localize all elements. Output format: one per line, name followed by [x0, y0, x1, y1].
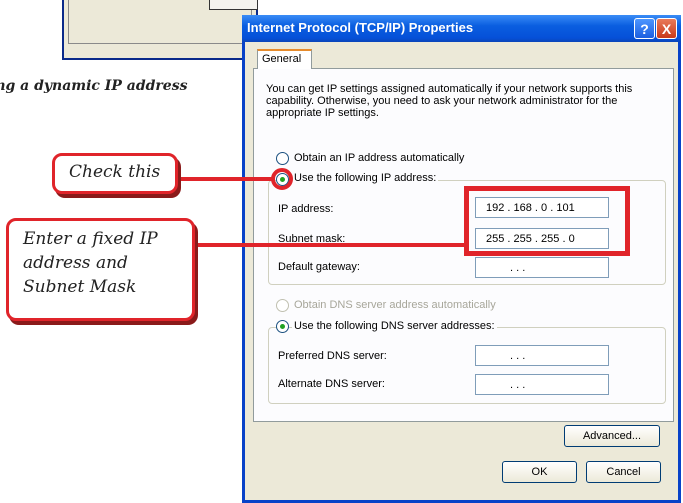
preferred-dns-input[interactable]: . . .: [475, 345, 609, 366]
use-following-ip-label[interactable]: Use the following IP address:: [292, 172, 439, 184]
alternate-dns-label: Alternate DNS server:: [278, 378, 385, 390]
alternate-dns-input[interactable]: . . .: [475, 374, 609, 395]
title-bar[interactable]: Internet Protocol (TCP/IP) Properties ? …: [242, 15, 681, 42]
default-gateway-input[interactable]: . . .: [475, 257, 609, 278]
obtain-dns-auto-label[interactable]: Obtain DNS server address automatically: [294, 299, 496, 311]
check-this-text: Check this: [69, 162, 161, 182]
obtain-ip-auto-radio[interactable]: [276, 152, 289, 165]
default-gateway-label: Default gateway:: [278, 261, 360, 273]
check-this-callout: Check this: [52, 153, 178, 194]
fixed-ip-callout: Enter a fixed IP address and Subnet Mask: [6, 218, 195, 321]
help-icon: ?: [640, 20, 649, 37]
background-window: [62, 0, 258, 60]
background-button[interactable]: [209, 0, 258, 10]
description-text: You can get IP settings assigned automat…: [266, 83, 633, 119]
obtain-ip-auto-label[interactable]: Obtain an IP address automatically: [294, 152, 464, 164]
close-button[interactable]: X: [656, 18, 677, 39]
cancel-button[interactable]: Cancel: [586, 461, 661, 483]
radio-highlight-ring: [271, 168, 293, 190]
fixed-ip-text: Enter a fixed IP address and Subnet Mask: [23, 229, 158, 297]
preferred-dns-label: Preferred DNS server:: [278, 350, 387, 362]
help-button[interactable]: ?: [634, 18, 655, 39]
tcpip-properties-dialog: Internet Protocol (TCP/IP) Properties ? …: [242, 15, 681, 503]
tab-general[interactable]: General: [257, 49, 312, 69]
obtain-dns-auto-radio[interactable]: [276, 299, 289, 312]
fixed-ip-connector: [189, 243, 469, 247]
ip-address-label: IP address:: [278, 203, 334, 215]
dialog-title: Internet Protocol (TCP/IP) Properties: [247, 20, 474, 35]
use-following-dns-radio[interactable]: [276, 320, 289, 333]
advanced-button[interactable]: Advanced...: [564, 425, 660, 447]
close-icon: X: [661, 20, 672, 37]
check-this-connector: [173, 177, 273, 181]
figure-caption-text: ing a dynamic IP address: [0, 78, 188, 94]
ip-subnet-highlight: [464, 186, 630, 256]
figure-caption: ing a dynamic IP address: [0, 78, 238, 94]
use-following-dns-label[interactable]: Use the following DNS server addresses:: [292, 320, 497, 332]
ok-button[interactable]: OK: [502, 461, 577, 483]
